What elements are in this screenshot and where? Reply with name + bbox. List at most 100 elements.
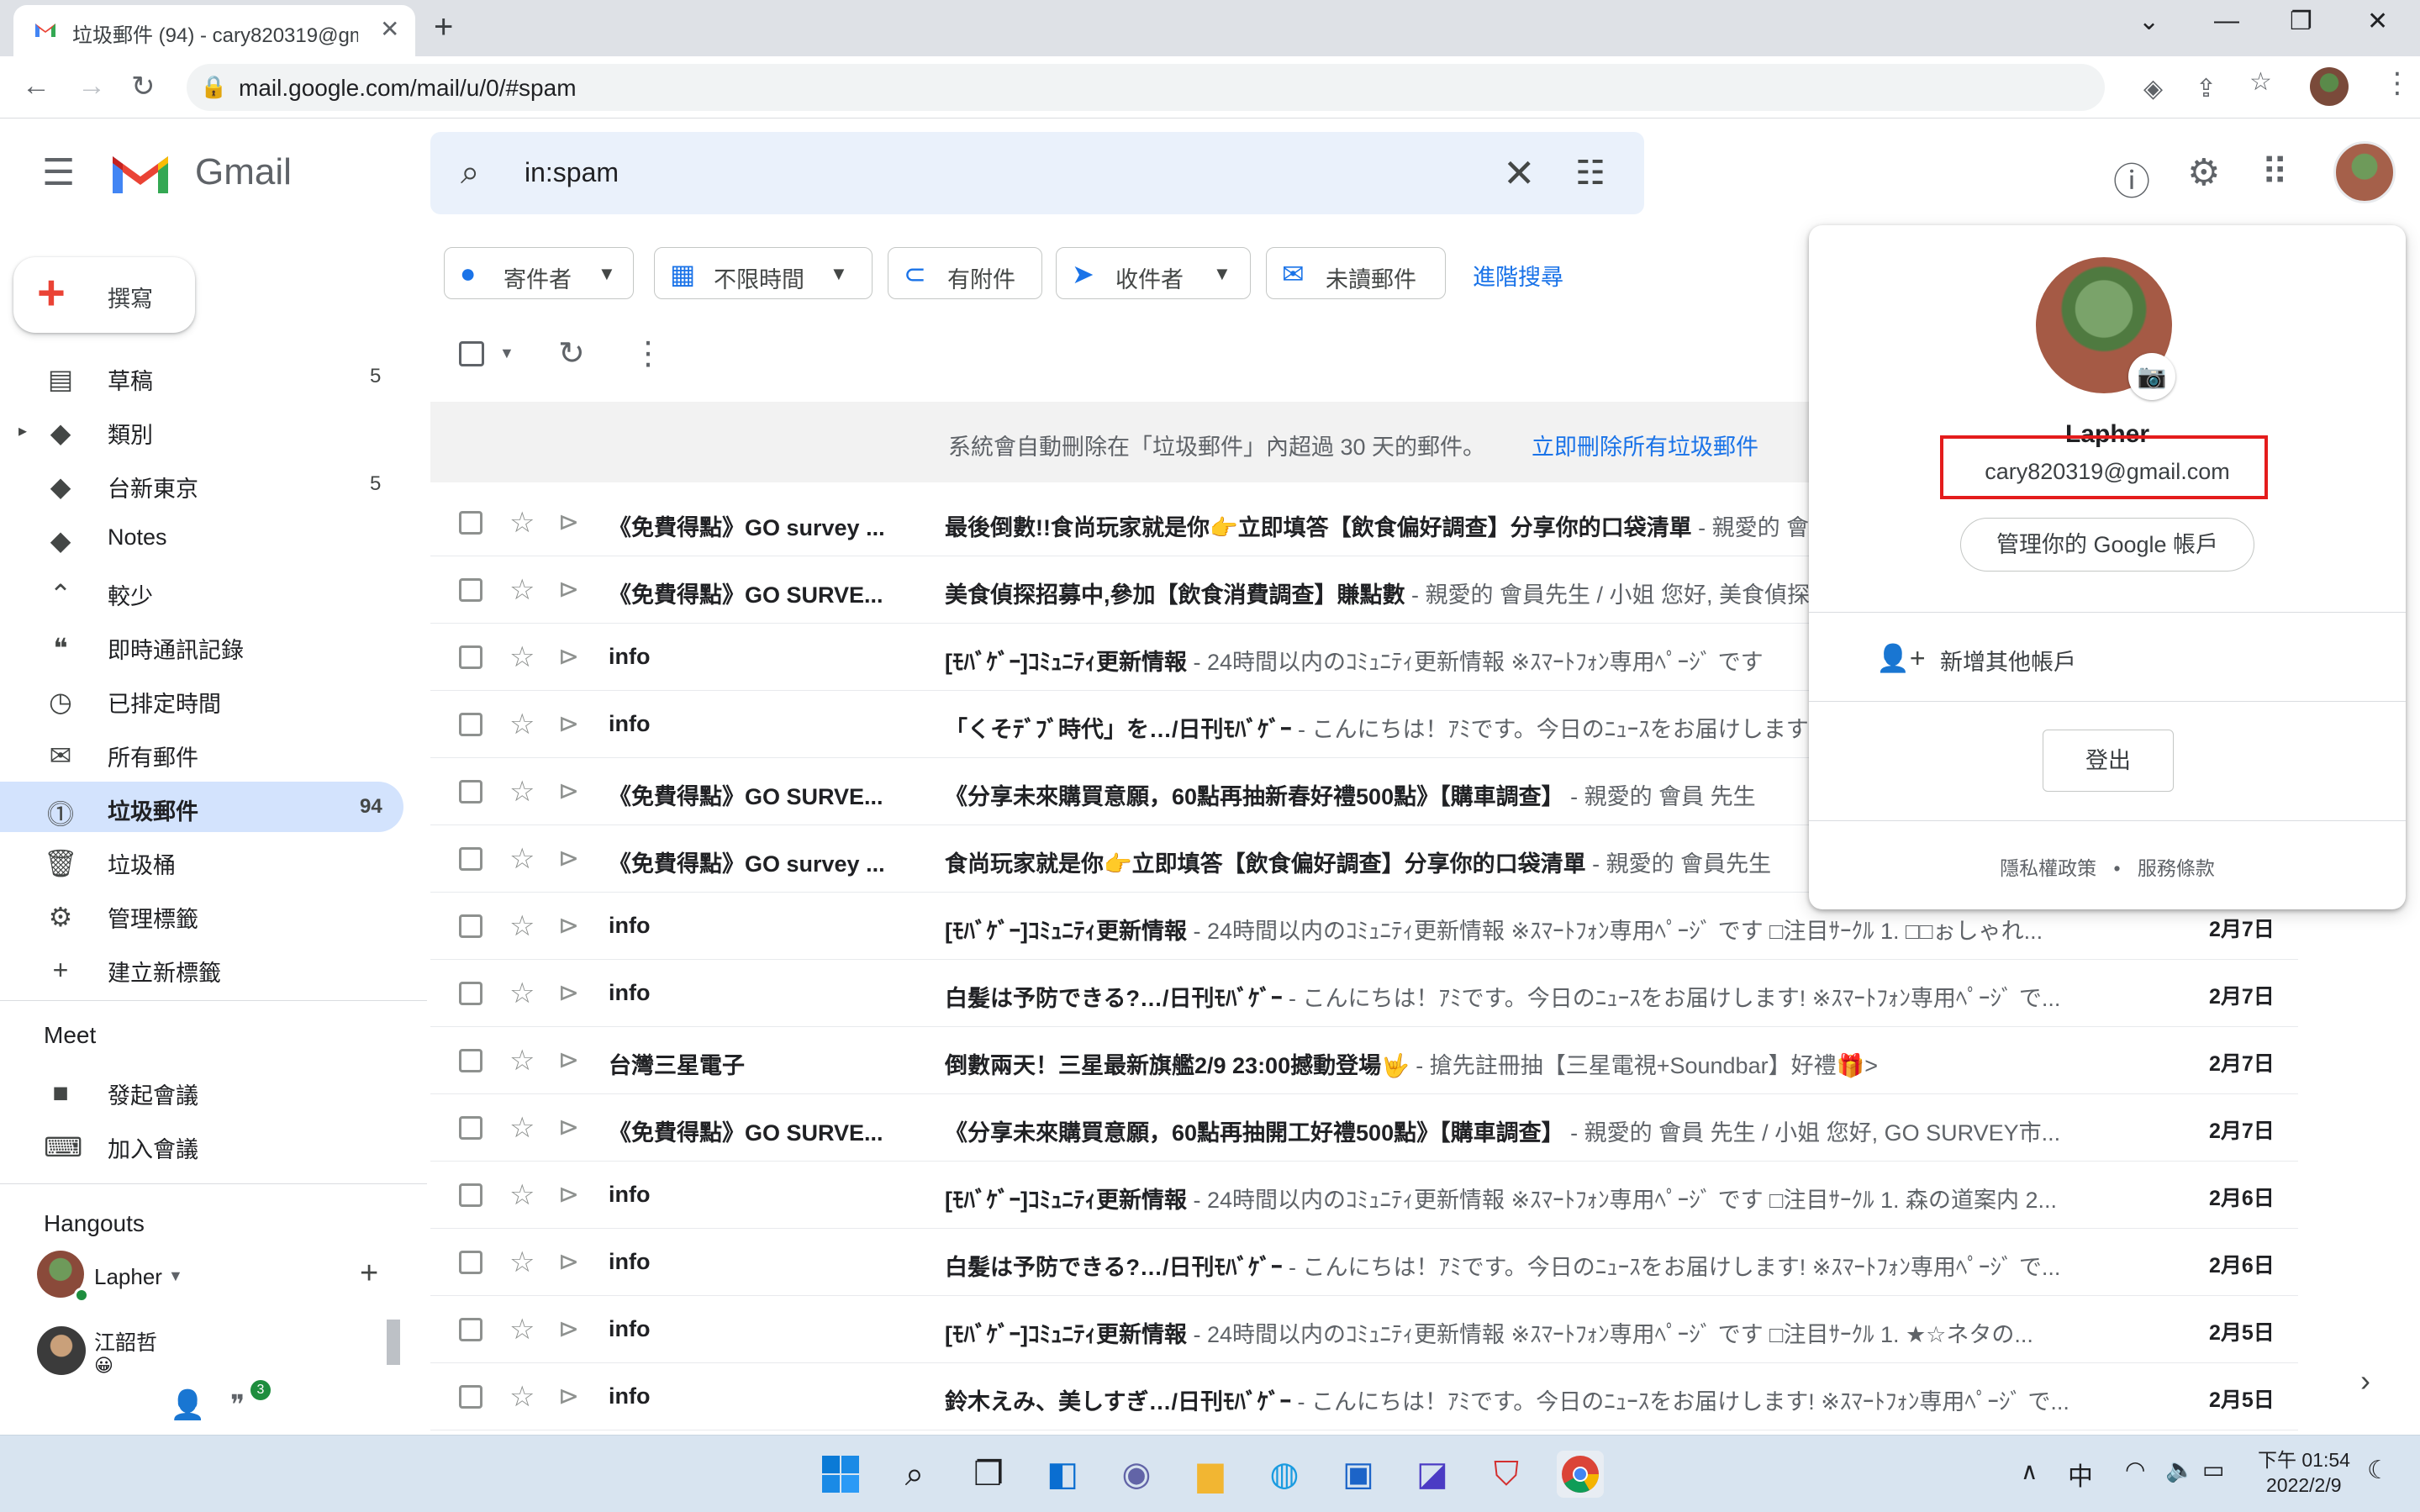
mail-row[interactable]: ☆ ⊳ info [ﾓﾊﾞｹﾞｰ]ｺﾐｭﾆﾃｨ更新情報 - 24時間以内のｺﾐｭﾆﾃｨ… (430, 1296, 2298, 1363)
importance-marker-icon[interactable]: ⊳ (558, 709, 579, 739)
search-input[interactable]: in:spam (525, 157, 619, 188)
star-icon[interactable]: ☆ (509, 573, 535, 607)
new-conversation-plus-icon[interactable]: + (360, 1256, 378, 1292)
hangouts-contact-name[interactable]: 江韶哲 (94, 1326, 157, 1357)
clock-date[interactable]: 2022/2/9 (2266, 1474, 2342, 1497)
mail-row[interactable]: ☆ ⊳ 《免費得點》GO SURVE... 《分享未來購買意願，60點再抽開工好禮50… (430, 1094, 2298, 1162)
share-icon[interactable]: ⇪ (2196, 74, 2217, 103)
filter-chip-has-attachment[interactable]: ⊂ 有附件 (888, 247, 1042, 299)
sidebar-item-all-mail[interactable]: ✉ 所有郵件 (0, 728, 403, 778)
hangouts-status-dropdown-icon[interactable]: ▼ (168, 1267, 183, 1285)
url-text[interactable]: mail.google.com/mail/u/0/#spam (239, 75, 577, 102)
star-icon[interactable]: ☆ (509, 708, 535, 741)
mail-row[interactable]: ☆ ⊳ info 白髪は予防できる?…/日刊ﾓﾊﾞｹﾞｰ - こんにちは！ｱﾐです。今… (430, 960, 2298, 1027)
apps-grid-icon[interactable]: ⠿ (2261, 151, 2288, 194)
star-icon[interactable]: ☆ (509, 506, 535, 540)
star-icon[interactable]: ☆ (509, 977, 535, 1010)
notification-icon[interactable]: ☾ (2367, 1456, 2390, 1485)
add-person-icon[interactable]: 👤+ (1876, 642, 1926, 674)
hangouts-chat-icon[interactable]: ❞ (230, 1388, 245, 1420)
sidebar-item-taishin-tokyo[interactable]: ◆ 台新東京 5 (0, 459, 403, 509)
filter-chip-to[interactable]: ➤ 收件者 ▼ (1056, 247, 1251, 299)
importance-marker-icon[interactable]: ⊳ (558, 1314, 579, 1344)
star-icon[interactable]: ☆ (509, 1380, 535, 1414)
row-checkbox[interactable] (459, 1385, 482, 1409)
google-account-avatar[interactable] (2333, 141, 2396, 203)
terms-of-service-link[interactable]: 服務條款 (2138, 857, 2215, 879)
select-all-checkbox[interactable] (459, 341, 484, 366)
row-checkbox[interactable] (459, 780, 482, 803)
filter-chip-any-time[interactable]: ▦ 不限時間 ▼ (654, 247, 873, 299)
row-checkbox[interactable] (459, 914, 482, 938)
row-checkbox[interactable] (459, 1251, 482, 1274)
help-icon[interactable]: ⓘ (2113, 151, 2150, 205)
importance-marker-icon[interactable]: ⊳ (558, 1046, 579, 1075)
manage-google-account-button[interactable]: 管理你的 Google 帳戶 (1960, 518, 2254, 572)
ime-indicator[interactable]: 中 (2068, 1456, 2093, 1493)
meet-new-meeting[interactable]: ■ 發起會議 (0, 1066, 403, 1116)
star-icon[interactable]: ☆ (509, 1178, 535, 1212)
search-options-icon[interactable]: ☷ (1575, 154, 1605, 192)
star-icon[interactable]: ☆ (509, 1044, 535, 1077)
meet-join-meeting[interactable]: ⌨ 加入會議 (0, 1120, 403, 1170)
sidebar-item-scheduled[interactable]: ◷ 已排定時間 (0, 674, 403, 724)
gmail-logo-icon[interactable] (109, 150, 171, 197)
mail-row[interactable]: ☆ ⊳ info 鈴木えみ、美しすぎ…/日刊ﾓﾊﾞｹﾞｰ - こんにちは！ｱﾐです。今… (430, 1363, 2298, 1430)
chrome-taskbar-icon[interactable] (1557, 1451, 1604, 1498)
teams-chat-icon[interactable]: ◉ (1113, 1451, 1160, 1498)
sidebar-item-categories[interactable]: ▸ ◆ 類別 (0, 405, 403, 456)
add-another-account-link[interactable]: 新增其他帳戶 (1940, 644, 2076, 677)
lock-icon[interactable]: 🔒 (200, 74, 227, 100)
bookmark-star-icon[interactable]: ☆ (2249, 67, 2272, 97)
sidebar-item-less[interactable]: ⌃ 較少 (0, 566, 403, 617)
sidebar-item-spam[interactable]: ⓵ 垃圾郵件 94 (0, 782, 403, 832)
privacy-policy-link[interactable]: 隱私權政策 (2000, 857, 2096, 879)
importance-marker-icon[interactable]: ⊳ (558, 508, 579, 537)
hangouts-contact-avatar[interactable] (37, 1326, 86, 1375)
security-app-icon[interactable]: ⛉ (1483, 1451, 1530, 1498)
app-launcher-icon[interactable]: ◪ (1409, 1451, 1456, 1498)
row-checkbox[interactable] (459, 1318, 482, 1341)
camera-icon[interactable]: 📷 (2128, 353, 2175, 400)
row-checkbox[interactable] (459, 578, 482, 602)
contacts-person-icon[interactable]: 👤 (170, 1388, 205, 1422)
volume-icon[interactable]: 🔈 (2165, 1456, 2195, 1483)
compose-button[interactable]: + 撰寫 (13, 257, 195, 333)
star-icon[interactable]: ☆ (509, 909, 535, 943)
gear-icon[interactable]: ⚙ (2187, 151, 2220, 194)
restore-icon[interactable]: ❐ (2290, 7, 2312, 36)
sidebar-item-notes[interactable]: ◆ Notes (0, 513, 403, 563)
hangouts-my-name[interactable]: Lapher (94, 1264, 162, 1290)
select-dropdown-icon[interactable]: ▼ (499, 345, 514, 362)
chrome-profile-avatar[interactable] (2310, 67, 2349, 106)
new-tab-icon[interactable]: + (434, 8, 453, 46)
more-options-icon[interactable]: ⋮ (632, 335, 664, 372)
sidebar-item-trash[interactable]: 🗑 垃圾桶 (0, 835, 403, 886)
mail-row[interactable]: ☆ ⊳ info [ﾓﾊﾞｹﾞｰ]ｺﾐｭﾆﾃｨ更新情報 - 24時間以内のｺﾐｭﾆﾃｨ… (430, 1162, 2298, 1229)
row-checkbox[interactable] (459, 982, 482, 1005)
filter-chip-unread[interactable]: ✉ 未讀郵件 (1266, 247, 1446, 299)
row-checkbox[interactable] (459, 1116, 482, 1140)
edge-browser-icon[interactable]: ◍ (1261, 1451, 1308, 1498)
mail-search-bar[interactable]: ⌕ in:spam ✕ ☷ (430, 132, 1644, 214)
task-view-icon[interactable]: ❐ (965, 1451, 1012, 1498)
importance-marker-icon[interactable]: ⊳ (558, 844, 579, 873)
row-checkbox[interactable] (459, 511, 482, 535)
delete-all-spam-link[interactable]: 立即刪除所有垃圾郵件 (1532, 429, 1758, 461)
main-menu-icon[interactable]: ☰ (42, 151, 75, 194)
extension-icon[interactable]: ◈ (2143, 74, 2163, 103)
tray-chevron-up-icon[interactable]: ∧ (2021, 1457, 2038, 1485)
row-checkbox[interactable] (459, 1049, 482, 1072)
row-checkbox[interactable] (459, 1183, 482, 1207)
sign-out-button[interactable]: 登出 (2043, 730, 2174, 792)
star-icon[interactable]: ☆ (509, 1246, 535, 1279)
filter-chip-from[interactable]: ● 寄件者 ▼ (444, 247, 634, 299)
importance-marker-icon[interactable]: ⊳ (558, 1382, 579, 1411)
battery-icon[interactable]: ▭ (2202, 1456, 2224, 1483)
tab-close-icon[interactable]: ✕ (380, 15, 399, 43)
star-icon[interactable]: ☆ (509, 775, 535, 809)
chrome-menu-icon[interactable]: ⋮ (2383, 66, 2412, 100)
back-icon[interactable]: ← (22, 70, 50, 103)
forward-icon[interactable]: → (77, 70, 106, 103)
mail-row[interactable]: ☆ ⊳ info 白髪は予防できる?…/日刊ﾓﾊﾞｹﾞｰ - こんにちは！ｱﾐです。今… (430, 1229, 2298, 1296)
